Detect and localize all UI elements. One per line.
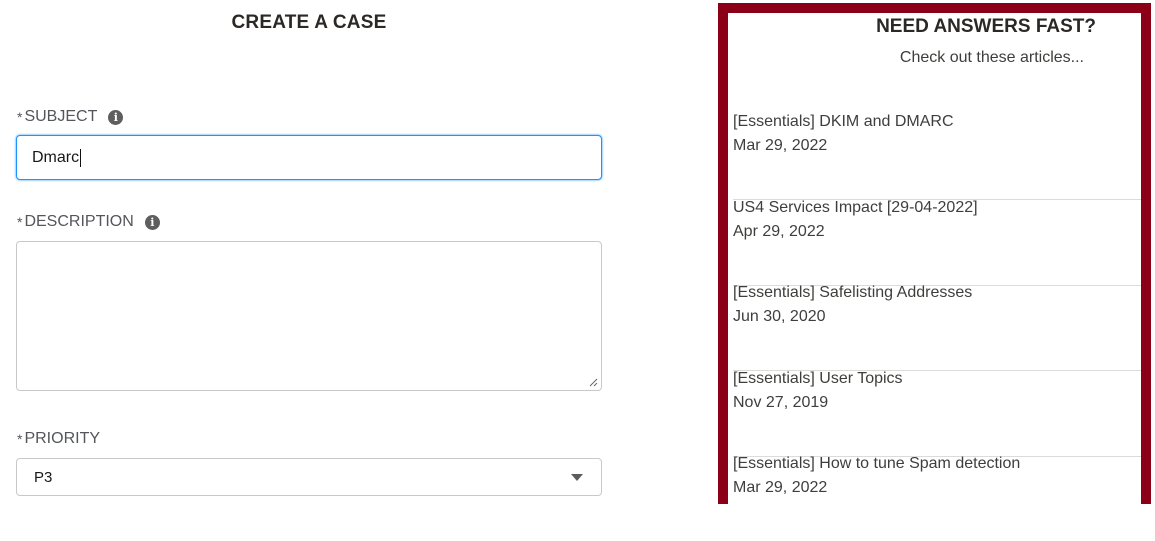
required-marker: * — [17, 109, 23, 125]
help-articles-panel: NEED ANSWERS FAST? Check out these artic… — [718, 3, 1151, 504]
article-date: Mar 29, 2022 — [733, 137, 828, 154]
required-marker: * — [17, 214, 23, 230]
panel-subtitle: Check out these articles... — [899, 49, 1084, 66]
chevron-down-icon — [571, 474, 583, 481]
subject-value: Dmarc — [32, 149, 80, 166]
article-item[interactable]: [Essentials] Safelisting Addresses Jun 3… — [733, 284, 1141, 371]
panel-title: NEED ANSWERS FAST? — [876, 16, 1096, 37]
description-label-text: DESCRIPTION — [24, 213, 134, 230]
info-icon[interactable]: i — [108, 109, 124, 125]
article-title[interactable]: [Essentials] DKIM and DMARC — [733, 113, 954, 131]
description-textarea[interactable] — [16, 241, 602, 391]
article-item[interactable]: [Essentials] DKIM and DMARC Mar 29, 2022 — [733, 113, 1141, 200]
article-item[interactable]: [Essentials] How to tune Spam detection … — [733, 455, 1141, 541]
priority-select[interactable]: P3 — [16, 458, 602, 496]
subject-label-text: SUBJECT — [24, 108, 98, 125]
required-marker: * — [17, 431, 23, 447]
resize-handle-icon[interactable] — [588, 377, 598, 387]
priority-label: * PRIORITY — [17, 430, 100, 448]
article-title[interactable]: [Essentials] User Topics — [733, 370, 903, 388]
article-date: Jun 30, 2020 — [733, 308, 826, 325]
priority-value: P3 — [34, 469, 53, 486]
priority-label-text: PRIORITY — [24, 430, 101, 447]
article-date: Apr 29, 2022 — [733, 223, 825, 240]
article-item[interactable]: [Essentials] User Topics Nov 27, 2019 — [733, 370, 1141, 457]
article-title[interactable]: [Essentials] Safelisting Addresses — [733, 284, 972, 302]
form-title: CREATE A CASE — [231, 12, 387, 33]
info-icon[interactable]: i — [144, 214, 160, 230]
subject-label: * SUBJECT i — [17, 108, 124, 126]
text-caret — [80, 148, 82, 167]
article-title[interactable]: US4 Services Impact [29-04-2022] — [733, 199, 978, 217]
description-label: * DESCRIPTION i — [17, 213, 160, 231]
article-item[interactable]: US4 Services Impact [29-04-2022] Apr 29,… — [733, 199, 1141, 286]
article-date: Nov 27, 2019 — [733, 394, 829, 411]
article-date: Mar 29, 2022 — [733, 479, 828, 496]
article-title[interactable]: [Essentials] How to tune Spam detection — [733, 455, 1020, 473]
subject-input[interactable]: Dmarc — [16, 135, 602, 180]
